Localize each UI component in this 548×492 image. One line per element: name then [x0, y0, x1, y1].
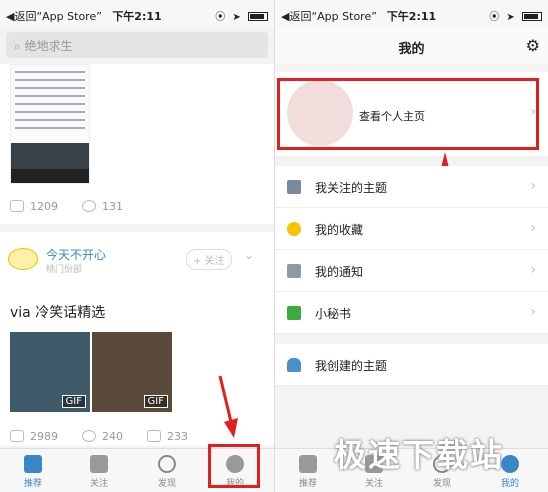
- post-image[interactable]: GIF: [92, 332, 172, 412]
- gear-icon[interactable]: ⚙: [526, 36, 540, 55]
- tab-recommend[interactable]: 推荐: [8, 455, 58, 489]
- status-bar: ◀返回“App Store” 下午2:11 ⦿ ➤: [275, 0, 548, 28]
- chevron-right-icon: ›: [530, 262, 536, 278]
- left-phone-screen: ◀返回“App Store” 下午2:11 ⦿ ➤ ⌕ 绝地求生 1209 13…: [0, 0, 274, 492]
- search-icon: ⌕: [14, 39, 21, 53]
- share-button[interactable]: 233: [147, 430, 188, 443]
- menu-item-created-topics[interactable]: 我创建的主题: [275, 344, 548, 386]
- tab-label: 我的: [500, 479, 519, 489]
- nav-bar: 我的 ⚙: [275, 28, 548, 64]
- post-actions: 2989 240 233: [10, 430, 188, 443]
- chevron-right-icon: ›: [530, 178, 536, 194]
- chevron-down-icon[interactable]: ⌄: [244, 248, 254, 262]
- gif-badge: GIF: [143, 395, 168, 408]
- comment-button[interactable]: 131: [82, 200, 123, 213]
- share-count: 233: [167, 430, 188, 443]
- topic-subtitle: 桃门份部: [46, 265, 83, 275]
- red-arrow-icon: [218, 375, 238, 438]
- document-icon: [287, 180, 301, 194]
- menu-list: 我关注的主题 › 我的收藏 › 我的通知 › 小秘书 ›: [275, 166, 548, 334]
- tab-label: 推荐: [23, 479, 42, 489]
- tab-discover[interactable]: 发现: [142, 455, 192, 489]
- comment-count: 131: [102, 200, 123, 213]
- recommend-icon: [24, 455, 42, 473]
- tab-label: 发现: [432, 479, 451, 489]
- menu-item-followed-topics[interactable]: 我关注的主题 ›: [275, 166, 548, 208]
- tab-label: 推荐: [298, 479, 317, 489]
- menu-item-label: 小秘书: [315, 307, 352, 321]
- thumbs-up-icon: [10, 430, 24, 442]
- menu-item-label: 我创建的主题: [315, 359, 388, 373]
- android-icon: [287, 358, 301, 372]
- tab-label: 关注: [364, 479, 383, 489]
- search-placeholder: 绝地求生: [24, 39, 73, 53]
- recommend-icon: [299, 455, 317, 473]
- topic-avatar[interactable]: [8, 248, 38, 270]
- menu-item-notifications[interactable]: 我的通知 ›: [275, 250, 548, 292]
- watermark: 极速下载站: [334, 436, 505, 474]
- discover-search-icon: [158, 455, 176, 473]
- page-title: 我的: [398, 42, 425, 57]
- chevron-right-icon: ›: [530, 220, 536, 236]
- like-count: 2989: [30, 430, 58, 443]
- post-actions: 1209 131: [10, 200, 123, 213]
- status-bar: ◀返回“App Store” 下午2:11 ⦿ ➤: [0, 0, 274, 28]
- chat-icon: [287, 306, 301, 320]
- post-screenshot-image: [10, 64, 90, 184]
- thumbs-up-icon: [10, 200, 24, 212]
- menu-item-secretary[interactable]: 小秘书 ›: [275, 292, 548, 334]
- menu-item-label: 我的通知: [315, 265, 364, 279]
- chevron-right-icon: ›: [530, 304, 536, 320]
- following-icon: [90, 455, 108, 473]
- battery-icon: [522, 12, 542, 21]
- right-phone-screen: ◀返回“App Store” 下午2:11 ⦿ ➤ 我的 ⚙ 查看个人主页 › …: [274, 0, 548, 492]
- comment-button[interactable]: 240: [82, 430, 123, 443]
- highlight-box-profile: [277, 78, 539, 150]
- menu-item-label: 我关注的主题: [315, 181, 388, 195]
- like-button[interactable]: 2989: [10, 430, 58, 443]
- repost-icon: [147, 430, 161, 442]
- battery-icon: [248, 12, 268, 21]
- follow-button[interactable]: + 关注: [186, 249, 232, 270]
- highlight-box-mine-tab: [208, 444, 260, 488]
- search-input[interactable]: ⌕ 绝地求生: [6, 32, 268, 58]
- comment-icon: [82, 430, 96, 442]
- status-icons: ⦿ ➤: [489, 8, 542, 23]
- tab-label: 关注: [89, 479, 108, 489]
- status-icons: ⦿ ➤: [215, 8, 268, 23]
- menu-item-label: 我的收藏: [315, 223, 364, 237]
- comment-icon: [82, 200, 96, 212]
- post-title: via 冷笑话精选: [10, 305, 106, 321]
- gif-badge: GIF: [61, 395, 86, 408]
- like-count: 1209: [30, 200, 58, 213]
- topic-name[interactable]: 今天不开心: [46, 246, 106, 263]
- tab-label: 发现: [157, 479, 176, 489]
- like-button[interactable]: 1209: [10, 200, 58, 213]
- tab-recommend[interactable]: 推荐: [283, 455, 333, 489]
- menu-item-favorites[interactable]: 我的收藏 ›: [275, 208, 548, 250]
- post-image[interactable]: GIF: [10, 332, 90, 412]
- star-icon: [287, 222, 301, 236]
- tab-following[interactable]: 关注: [74, 455, 124, 489]
- feed-card[interactable]: 1209 131: [0, 64, 274, 224]
- comment-count: 240: [102, 430, 123, 443]
- mail-icon: [287, 264, 301, 278]
